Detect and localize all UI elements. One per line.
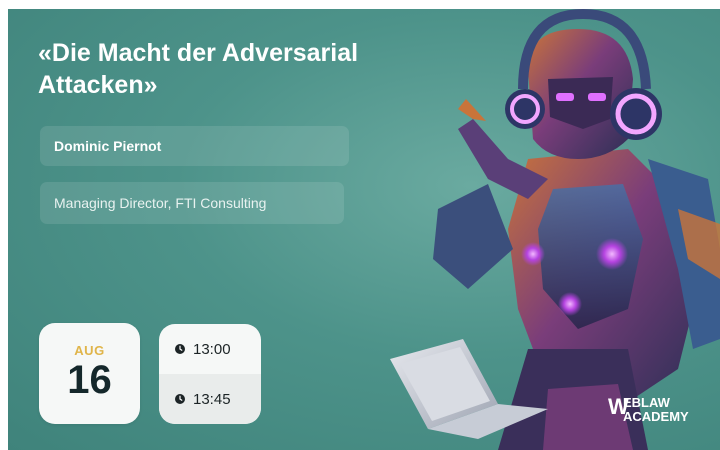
time-card: 13:00 13:45 xyxy=(159,324,261,424)
speaker-name: Dominic Piernot xyxy=(40,126,349,166)
robot-illustration xyxy=(390,9,720,450)
event-title: «Die Macht der Adversarial Attacken» xyxy=(38,37,408,101)
event-banner: «Die Macht der Adversarial Attacken» Dom… xyxy=(8,9,720,450)
event-title-line-1: «Die Macht der Adversarial xyxy=(38,39,359,67)
speaker-role: Managing Director, FTI Consulting xyxy=(40,182,344,224)
event-title-line-2: Attacken» xyxy=(38,71,158,99)
start-time: 13:00 xyxy=(193,340,231,358)
clock-icon xyxy=(175,394,185,404)
date-month: AUG xyxy=(74,343,105,358)
start-time-row: 13:00 xyxy=(159,324,261,374)
end-time-row: 13:45 xyxy=(159,374,261,424)
logo-line-1: EBLAW xyxy=(623,395,670,410)
date-card: AUG 16 xyxy=(39,323,140,424)
date-day: 16 xyxy=(67,358,112,402)
clock-icon xyxy=(175,344,185,354)
logo-line-2: ACADEMY xyxy=(623,409,689,424)
end-time: 13:45 xyxy=(193,390,231,408)
